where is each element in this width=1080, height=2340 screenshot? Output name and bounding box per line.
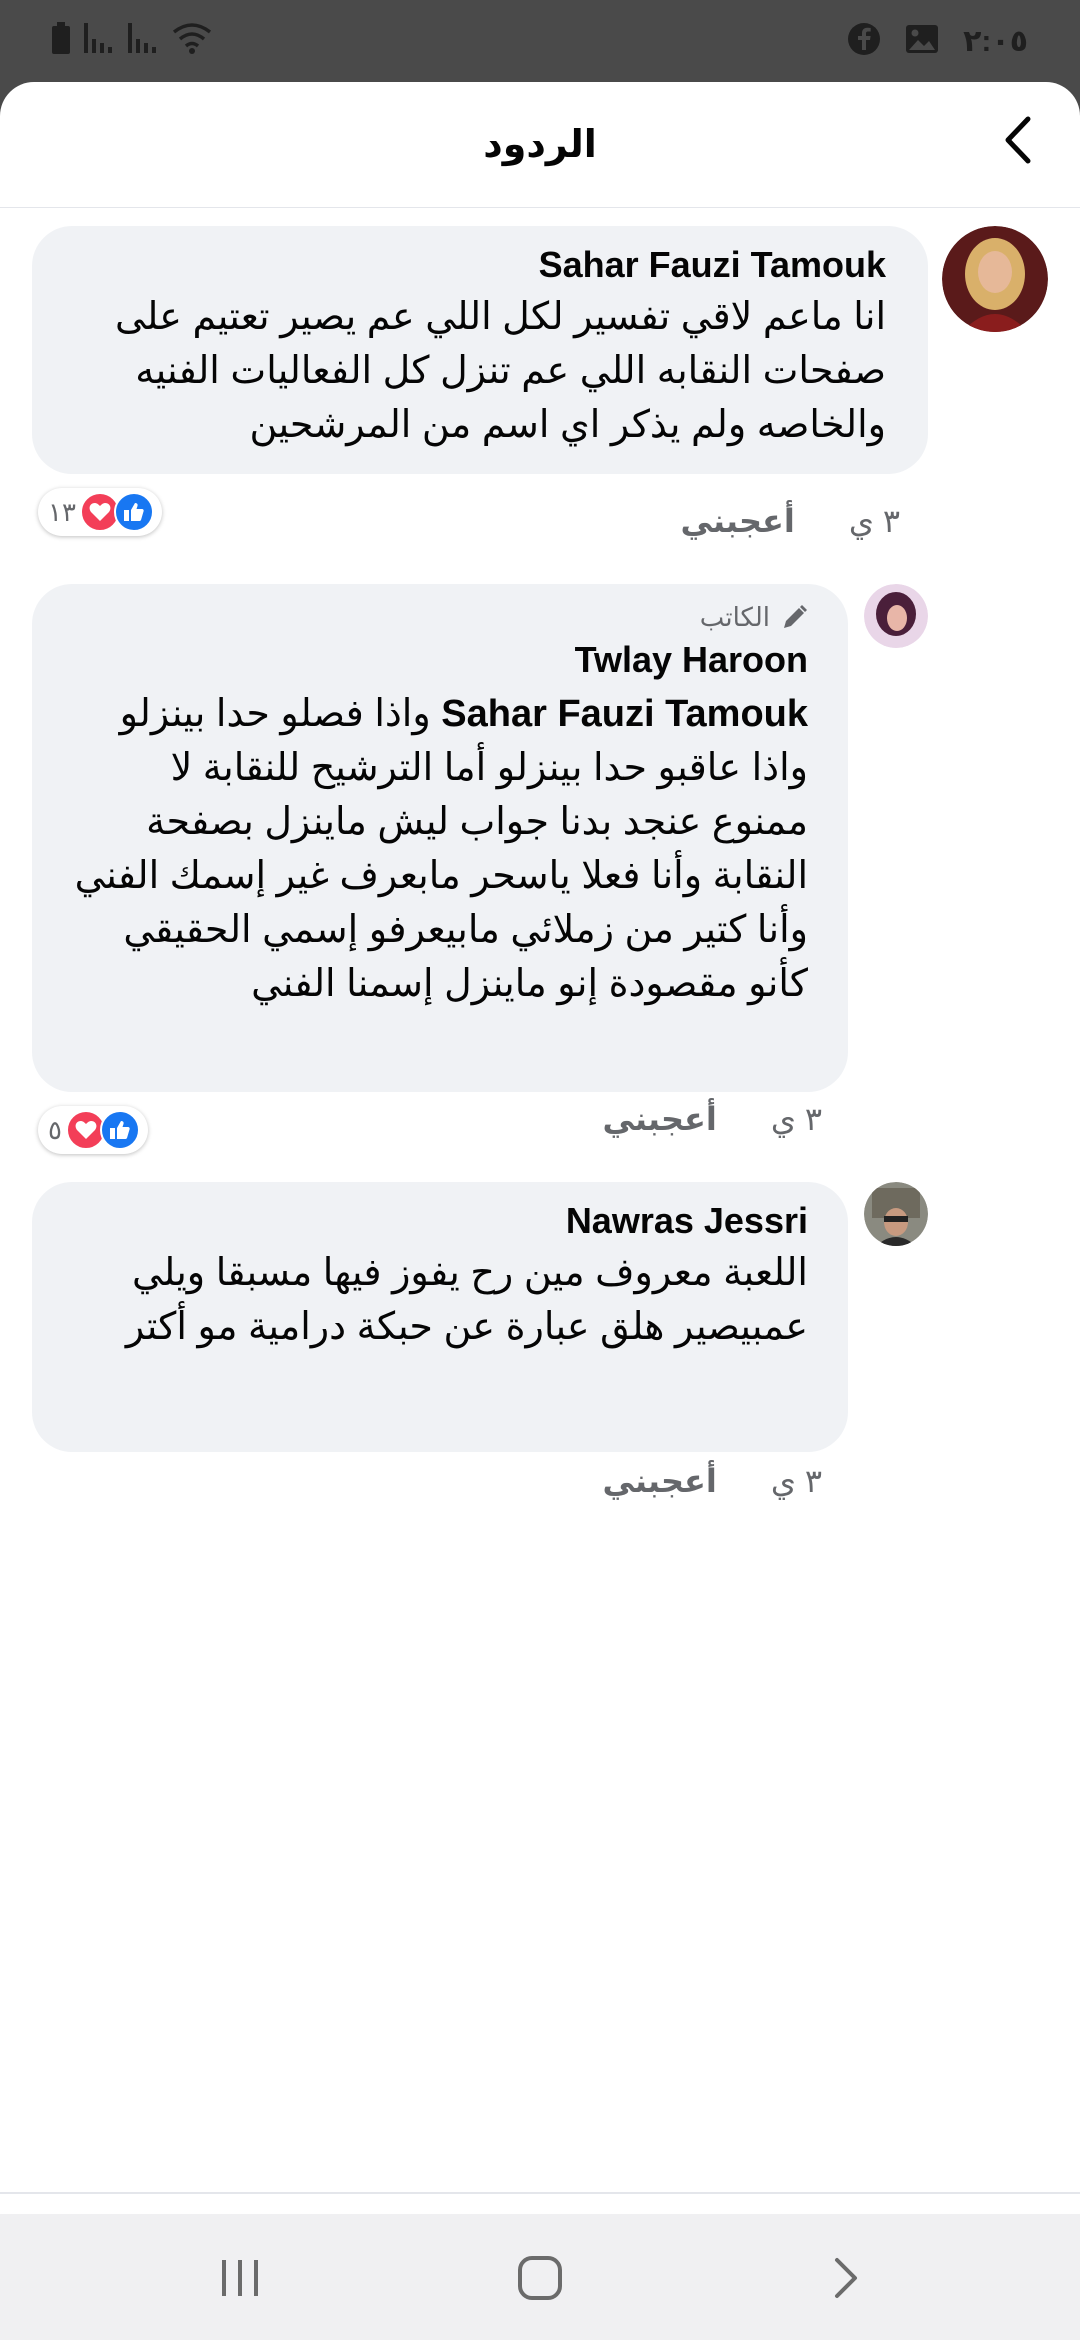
comment-author[interactable]: Sahar Fauzi Tamouk (74, 244, 886, 286)
nav-back-button[interactable] (816, 2250, 876, 2306)
chevron-left-icon (1005, 116, 1031, 164)
like-button[interactable]: أعجبني (602, 1100, 716, 1138)
comment-body: واذا فصلو حدا بينزلو واذا عاقبو حدا بينز… (74, 693, 808, 1005)
pencil-icon (784, 604, 807, 628)
home-button[interactable] (510, 2250, 570, 2306)
comment-time[interactable]: ٣ ي (771, 1462, 822, 1500)
battery-icon (52, 22, 70, 59)
like-reaction-icon (99, 1110, 140, 1150)
back-icon (835, 2258, 857, 2298)
comment-meta: ٣ ي أعجبني (602, 1462, 822, 1500)
reactions-badge[interactable]: ٥ (38, 1106, 148, 1154)
comment-text: انا ماعم لاقي تفسير لكل اللي عم يصير تعت… (115, 296, 886, 446)
signal-icon (84, 23, 114, 58)
avatar[interactable] (864, 584, 928, 648)
reactions-badge[interactable]: ١٣ (38, 488, 162, 536)
comment-text: اللعبة معروف مين رح يفوز فيها مسبقا ويلي… (125, 1252, 808, 1348)
comment-author[interactable]: Nawras Jessri (72, 1200, 808, 1242)
comment-bubble[interactable]: Nawras Jessri اللعبة معروف مين رح يفوز ف… (32, 1182, 848, 1452)
status-left-icons (52, 22, 212, 59)
comment-meta: ٣ ي أعجبني (602, 1100, 822, 1138)
like-reaction-icon (113, 492, 154, 532)
comment-time[interactable]: ٣ ي (849, 502, 900, 540)
comment-bubble[interactable]: Sahar Fauzi Tamouk انا ماعم لاقي تفسير ل… (32, 226, 928, 474)
navigation-bar (0, 2214, 1080, 2340)
replies-sheet: الردود Sahar Fauzi Tamouk انا ماعم لاقي … (0, 82, 1080, 2214)
comment-time[interactable]: ٣ ي (771, 1100, 822, 1138)
recent-apps-button[interactable] (210, 2250, 270, 2306)
avatar[interactable] (942, 226, 1048, 332)
signal-icon (128, 23, 158, 58)
author-badge-label: الكاتب (699, 602, 770, 632)
avatar[interactable] (864, 1182, 928, 1246)
reaction-count: ١٣ (48, 496, 76, 527)
gallery-icon (905, 24, 939, 59)
status-right: ٢:٠٥ (847, 22, 1028, 61)
status-time: ٢:٠٥ (963, 25, 1028, 58)
facebook-icon (847, 22, 881, 61)
mention-link[interactable]: Sahar Fauzi Tamouk (441, 693, 808, 735)
author-badge: الكاتب (72, 602, 808, 633)
like-button[interactable]: أعجبني (602, 1462, 716, 1500)
comment-text: Sahar Fauzi Tamouk واذا فصلو حدا بينزلو … (72, 687, 808, 1011)
divider (0, 2192, 1080, 2194)
sheet-header: الردود (0, 82, 1080, 208)
status-bar: ٢:٠٥ (0, 0, 1080, 82)
back-button[interactable] (990, 110, 1050, 170)
page-title: الردود (483, 124, 597, 166)
comment-meta: ٣ ي أعجبني (680, 502, 900, 540)
home-icon (518, 2256, 562, 2300)
comment-author[interactable]: Twlay Haroon (72, 639, 808, 681)
reaction-count: ٥ (48, 1114, 62, 1145)
comment-bubble[interactable]: الكاتب Twlay Haroon Sahar Fauzi Tamouk و… (32, 584, 848, 1092)
like-button[interactable]: أعجبني (680, 502, 794, 540)
recent-apps-icon (222, 2260, 258, 2296)
wifi-icon (172, 22, 212, 59)
